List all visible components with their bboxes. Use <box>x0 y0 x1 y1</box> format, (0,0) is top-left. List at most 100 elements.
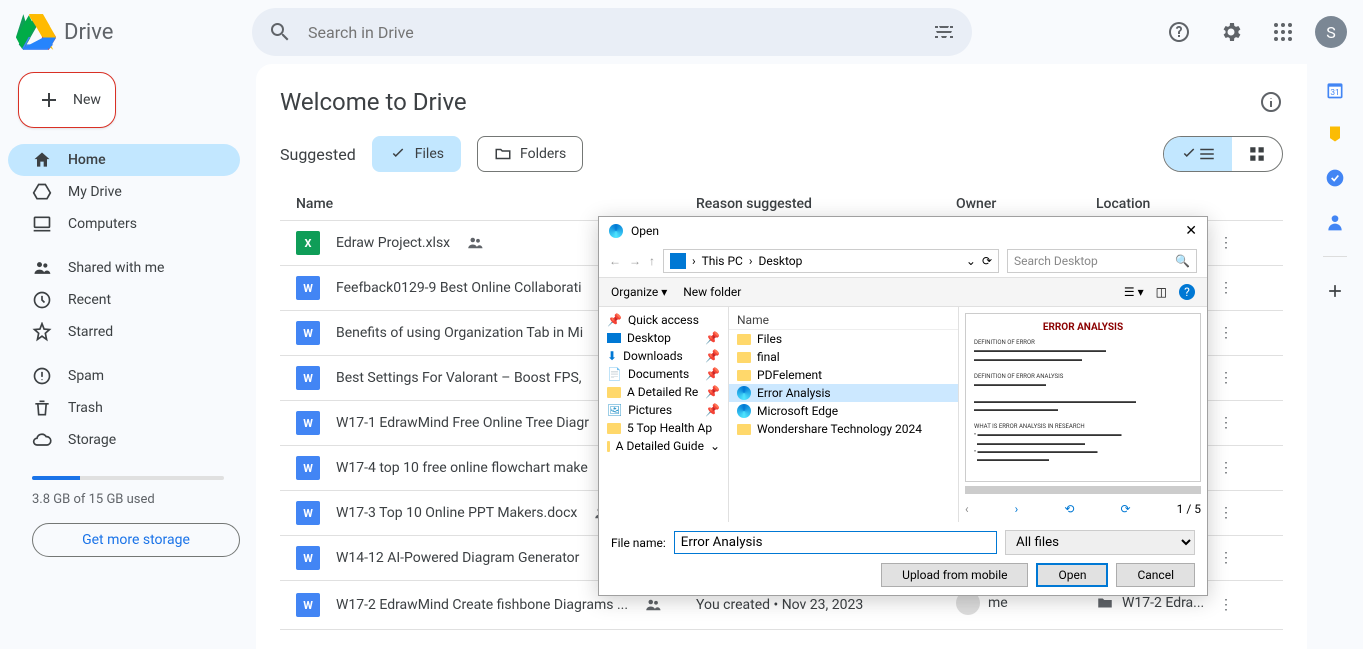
suggested-label: Suggested <box>280 145 356 164</box>
row-menu-icon[interactable]: ⋮ <box>1219 505 1267 521</box>
prev-page-icon[interactable]: ‹ <box>965 502 969 516</box>
view-mode-icon[interactable]: ☰ ▾ <box>1124 285 1144 299</box>
row-menu-icon[interactable]: ⋮ <box>1219 460 1267 476</box>
folder-icon <box>737 352 751 363</box>
edge-icon <box>737 386 751 400</box>
info-icon[interactable] <box>1259 90 1283 114</box>
new-button[interactable]: New <box>18 72 116 128</box>
tasks-icon[interactable] <box>1325 168 1345 188</box>
col-location: Location <box>1096 196 1219 212</box>
back-icon[interactable]: ← <box>609 254 621 268</box>
tree-downloads[interactable]: ⬇Downloads📌 <box>599 347 728 365</box>
row-menu-icon[interactable]: ⋮ <box>1219 370 1267 386</box>
dialog-search[interactable]: Search Desktop🔍 <box>1007 249 1197 273</box>
tree-desktop[interactable]: Desktop📌 <box>599 329 728 347</box>
row-menu-icon[interactable]: ⋮ <box>1219 235 1267 251</box>
list-view-button[interactable] <box>1164 137 1232 171</box>
tree-documents[interactable]: 📄Documents📌 <box>599 365 728 383</box>
chip-folders[interactable]: Folders <box>477 136 583 172</box>
top-icons: S <box>1159 12 1347 52</box>
sidebar-item-computers[interactable]: Computers <box>8 208 240 240</box>
organize-button[interactable]: Organize ▾ <box>611 285 667 299</box>
sidebar-item-recent[interactable]: Recent <box>8 284 240 316</box>
check-icon <box>1180 145 1198 163</box>
sidebar-item-spam[interactable]: Spam <box>8 360 240 392</box>
rotate-left-icon[interactable]: ⟲ <box>1064 502 1074 516</box>
address-bar[interactable]: ›This PC ›Desktop ⌄⟳ <box>663 249 999 273</box>
list-header-name[interactable]: Name <box>729 311 958 330</box>
calendar-icon[interactable]: 31 <box>1325 80 1345 100</box>
search-input[interactable] <box>308 23 916 42</box>
file-name: W17-2 EdrawMind Create fishbone Diagrams… <box>336 597 628 613</box>
tree-detailed-guide[interactable]: A Detailed Guide⌄ <box>599 437 728 455</box>
sidebar-item-starred[interactable]: Starred <box>8 316 240 348</box>
settings-icon[interactable] <box>1211 12 1251 52</box>
row-menu-icon[interactable]: ⋮ <box>1219 597 1267 613</box>
dialog-nav: ← → ↑ ›This PC ›Desktop ⌄⟳ Search Deskto… <box>599 245 1207 277</box>
help-icon[interactable] <box>1159 12 1199 52</box>
tree-pictures[interactable]: 🖼Pictures📌 <box>599 401 728 419</box>
open-dialog: Open ✕ ← → ↑ ›This PC ›Desktop ⌄⟳ Search… <box>598 216 1208 596</box>
list-item[interactable]: PDFelement <box>729 366 958 384</box>
file-name: W14-12 AI-Powered Diagram Generator <box>336 550 579 566</box>
forward-icon[interactable]: → <box>629 254 641 268</box>
sidebar-item-mydrive[interactable]: My Drive <box>8 176 240 208</box>
svg-text:31: 31 <box>1330 88 1339 98</box>
edge-icon <box>609 224 623 238</box>
row-menu-icon[interactable]: ⋮ <box>1219 415 1267 431</box>
chip-files[interactable]: Files <box>372 136 461 172</box>
preview-scrollbar[interactable] <box>965 486 1201 494</box>
filename-label: File name: <box>611 536 666 550</box>
shared-icon <box>644 596 662 614</box>
avatar[interactable]: S <box>1315 16 1347 48</box>
logo-area: Drive <box>16 12 244 52</box>
list-item[interactable]: Files <box>729 330 958 348</box>
sidebar-item-storage[interactable]: Storage <box>8 424 240 456</box>
list-item[interactable]: final <box>729 348 958 366</box>
filename-input[interactable] <box>674 531 997 554</box>
add-icon[interactable] <box>1325 281 1345 301</box>
grid-view-button[interactable] <box>1232 137 1282 171</box>
sidebar-item-home[interactable]: Home <box>8 144 240 176</box>
tree-top-health[interactable]: 5 Top Health Ap <box>599 419 728 437</box>
keep-icon[interactable] <box>1325 124 1345 144</box>
row-menu-icon[interactable]: ⋮ <box>1219 550 1267 566</box>
apps-icon[interactable] <box>1263 12 1303 52</box>
tree-quick-access[interactable]: 📌Quick access <box>599 311 728 329</box>
filetype-icon: W <box>296 366 320 390</box>
row-menu-icon[interactable]: ⋮ <box>1219 280 1267 296</box>
rotate-right-icon[interactable]: ⟳ <box>1120 502 1130 516</box>
sidebar-item-trash[interactable]: Trash <box>8 392 240 424</box>
contacts-icon[interactable] <box>1325 212 1345 232</box>
new-folder-button[interactable]: New folder <box>683 285 741 299</box>
row-menu-icon[interactable]: ⋮ <box>1219 325 1267 341</box>
filter-icon[interactable] <box>932 20 956 44</box>
search-box[interactable] <box>252 8 972 56</box>
get-storage-button[interactable]: Get more storage <box>32 523 240 557</box>
star-icon <box>32 322 52 342</box>
list-item[interactable]: Wondershare Technology 2024 <box>729 420 958 438</box>
sidebar-item-shared[interactable]: Shared with me <box>8 252 240 284</box>
app-title: Drive <box>64 20 113 45</box>
open-button[interactable]: Open <box>1036 563 1108 587</box>
file-name: Edraw Project.xlsx <box>336 235 450 251</box>
cancel-button[interactable]: Cancel <box>1116 563 1195 587</box>
help-icon[interactable]: ? <box>1179 284 1195 300</box>
upload-mobile-button[interactable]: Upload from mobile <box>881 563 1028 587</box>
up-icon[interactable]: ↑ <box>649 254 655 268</box>
tree-detailed[interactable]: A Detailed Re📌 <box>599 383 728 401</box>
spam-icon <box>32 366 52 386</box>
next-page-icon[interactable]: › <box>1015 502 1019 516</box>
col-reason: Reason suggested <box>696 196 956 212</box>
list-item[interactable]: Microsoft Edge <box>729 402 958 420</box>
preview-pane-icon[interactable]: ◫ <box>1156 285 1167 299</box>
storage-text: 3.8 GB of 15 GB used <box>8 488 240 519</box>
search-icon <box>268 20 292 44</box>
folder-icon <box>737 370 751 381</box>
dialog-titlebar: Open ✕ <box>599 217 1207 245</box>
filetype-select[interactable]: All files <box>1005 530 1195 555</box>
list-item[interactable]: Error Analysis <box>729 384 958 402</box>
close-icon[interactable]: ✕ <box>1185 223 1197 239</box>
filetype-icon: W <box>296 593 320 617</box>
filetype-icon: W <box>296 276 320 300</box>
